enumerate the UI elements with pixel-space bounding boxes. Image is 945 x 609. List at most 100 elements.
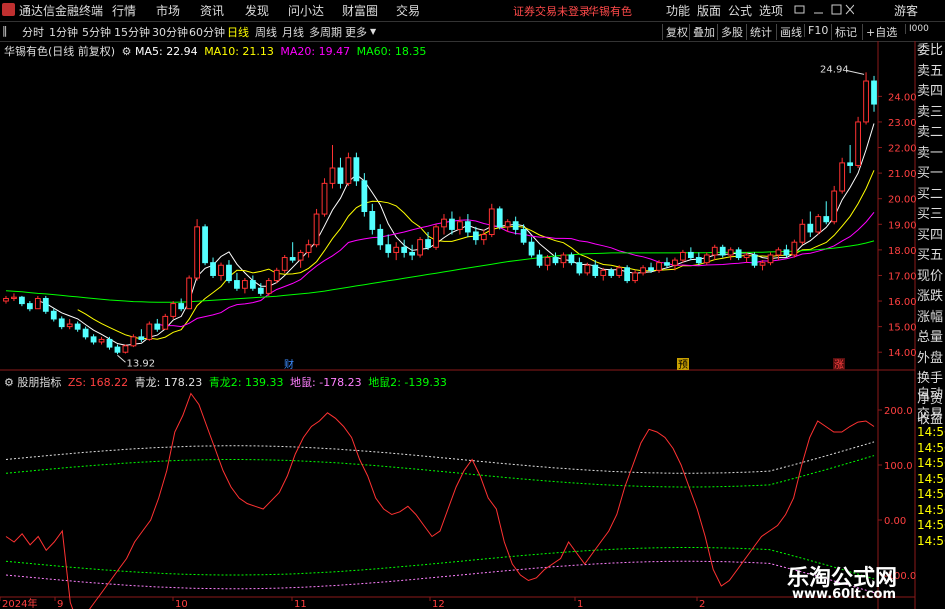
candle [751, 252, 758, 268]
candle-body [703, 254, 710, 264]
ma10-value: 21.13 [242, 45, 274, 58]
candle [544, 254, 551, 271]
candle-body [815, 216, 822, 233]
candle [98, 336, 105, 345]
side-tab[interactable]: 总量 [917, 328, 943, 349]
candle-body [385, 244, 392, 253]
candle-body [218, 264, 224, 276]
kline-chart[interactable]: 24.0023.0022.0021.0020.0019.0018.0017.00… [0, 0, 945, 609]
side-tab[interactable]: 买二 [917, 185, 943, 206]
candle-body [552, 257, 559, 264]
candle [855, 116, 861, 169]
ma-menu-icon[interactable]: ⚙ [122, 45, 132, 58]
candle [353, 152, 360, 186]
side-tab[interactable]: 卖三 [917, 103, 943, 124]
side-tab[interactable]: 委比 [917, 41, 943, 62]
ma60-value: 18.35 [394, 45, 427, 58]
candle-body [321, 182, 328, 215]
price-tick-label: 16.00 [888, 297, 917, 308]
candle-body [512, 221, 519, 230]
ma60-label: MA60: 18.35 [356, 45, 427, 58]
candle-body [855, 121, 861, 166]
candle [369, 203, 376, 235]
side-tab[interactable]: 买四 [917, 226, 943, 247]
candle-body [409, 251, 416, 256]
candle [727, 247, 734, 261]
x-tick-label: 12 [432, 599, 445, 609]
candle [441, 214, 447, 235]
candle-body [425, 239, 431, 248]
side-tab[interactable]: 买一 [917, 164, 943, 185]
event-marker-label: 预 [678, 359, 688, 371]
candle-body [42, 297, 49, 312]
sub-panel-label[interactable]: 股朋指标 [17, 376, 61, 389]
candle-body [544, 257, 551, 266]
trade-time: 14:56 [917, 502, 945, 517]
x-tick-label: 1 [577, 599, 583, 609]
event-marker-label: 财 [284, 358, 294, 371]
candle [847, 144, 854, 174]
side-tab[interactable]: 自动 [917, 385, 943, 405]
side-tab[interactable]: 涨跌 [917, 287, 943, 308]
qinglong2-value: 139.33 [245, 376, 284, 389]
candle [11, 293, 17, 302]
trade-time: 14:56 [917, 487, 945, 501]
candle [512, 216, 519, 235]
candle [289, 242, 296, 263]
dishu2-line [5, 547, 875, 580]
candle-body [19, 296, 25, 305]
side-tab[interactable]: 卖四 [917, 82, 943, 103]
ma-lines [5, 123, 875, 346]
x-tick-label: 9 [57, 599, 63, 609]
candle [703, 252, 710, 266]
side-tab[interactable]: 买三 [917, 205, 943, 226]
candle-body [695, 257, 702, 264]
candle-body [496, 208, 503, 228]
sub-panel-settings-icon[interactable]: ⚙ [4, 376, 14, 389]
candle-body [74, 323, 81, 330]
candle-body [592, 264, 599, 276]
side-tab[interactable]: 卖二 [917, 123, 943, 144]
indicator-tick-label: 100.0 [884, 461, 913, 472]
candle-body [417, 239, 423, 256]
candle-body [648, 267, 654, 271]
candle-body [170, 303, 177, 317]
candle [807, 211, 814, 238]
main-panel-legend: 华锡有色(日线 前复权) ⚙ MA5: 22.94 MA10: 21.13 MA… [4, 43, 426, 59]
indicator-lines [5, 392, 875, 609]
trade-time: 14:56 [917, 440, 945, 455]
candle-body [249, 280, 256, 289]
candle [496, 206, 503, 230]
side-tab[interactable]: 现价 [917, 267, 943, 288]
candle [457, 216, 463, 235]
side-tab[interactable]: 交易 [917, 405, 943, 425]
side-tab[interactable]: 买五 [917, 246, 943, 267]
side-tab[interactable]: 卖五 [917, 62, 943, 83]
candle [719, 244, 726, 258]
qinglong-name: 青龙 [134, 376, 157, 389]
price-tick-label: 15.00 [888, 323, 917, 334]
candle [409, 244, 416, 261]
qinglong-value: 178.23 [163, 376, 203, 389]
candle-body [464, 221, 471, 233]
candle-body [273, 269, 280, 282]
candle [695, 252, 702, 266]
candle [337, 157, 344, 189]
candle [305, 239, 312, 258]
side-tab[interactable]: 涨幅 [917, 308, 943, 329]
candle [234, 272, 240, 291]
candle-body [608, 269, 615, 276]
side-tab[interactable]: 外盘 [917, 349, 943, 370]
candle-body [401, 246, 408, 253]
low-pointer [117, 354, 126, 363]
high-pointer [845, 69, 865, 75]
candle-body [743, 254, 750, 259]
candle-body [823, 216, 830, 223]
candle-body [839, 162, 846, 192]
side-tab[interactable]: 卖一 [917, 144, 943, 165]
candle-body [767, 254, 774, 264]
candle-body [520, 228, 527, 243]
candle [711, 244, 718, 261]
high-label: 24.94 [820, 64, 849, 75]
candle-body [735, 249, 742, 259]
